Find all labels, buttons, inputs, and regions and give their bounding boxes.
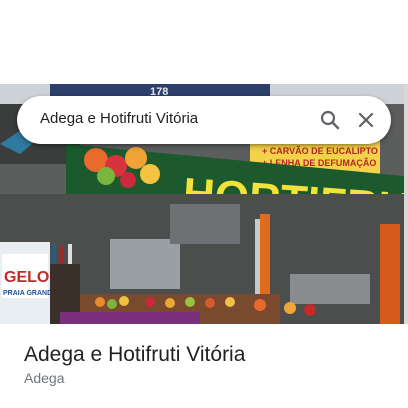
ice-label-2: PRAIA GRANDE — [3, 290, 57, 297]
search-bar[interactable]: Adega e Hotifruti Vitória — [17, 96, 391, 144]
search-icon[interactable] — [318, 108, 342, 132]
place-panel: 178 + CARVÃO DE EUCALIPTO + LENHA DE DEF… — [0, 0, 408, 408]
place-title: Adega e Hotifruti Vitória — [24, 343, 246, 366]
close-icon[interactable] — [354, 108, 378, 132]
sign-line-1: + CARVÃO DE EUCALIPTO — [262, 146, 378, 156]
ice-label-1: GELO — [4, 269, 49, 286]
photo-scrollbar[interactable] — [404, 84, 408, 324]
place-category[interactable]: Adega — [24, 370, 64, 386]
search-input[interactable]: Adega e Hotifruti Vitória — [40, 110, 198, 127]
